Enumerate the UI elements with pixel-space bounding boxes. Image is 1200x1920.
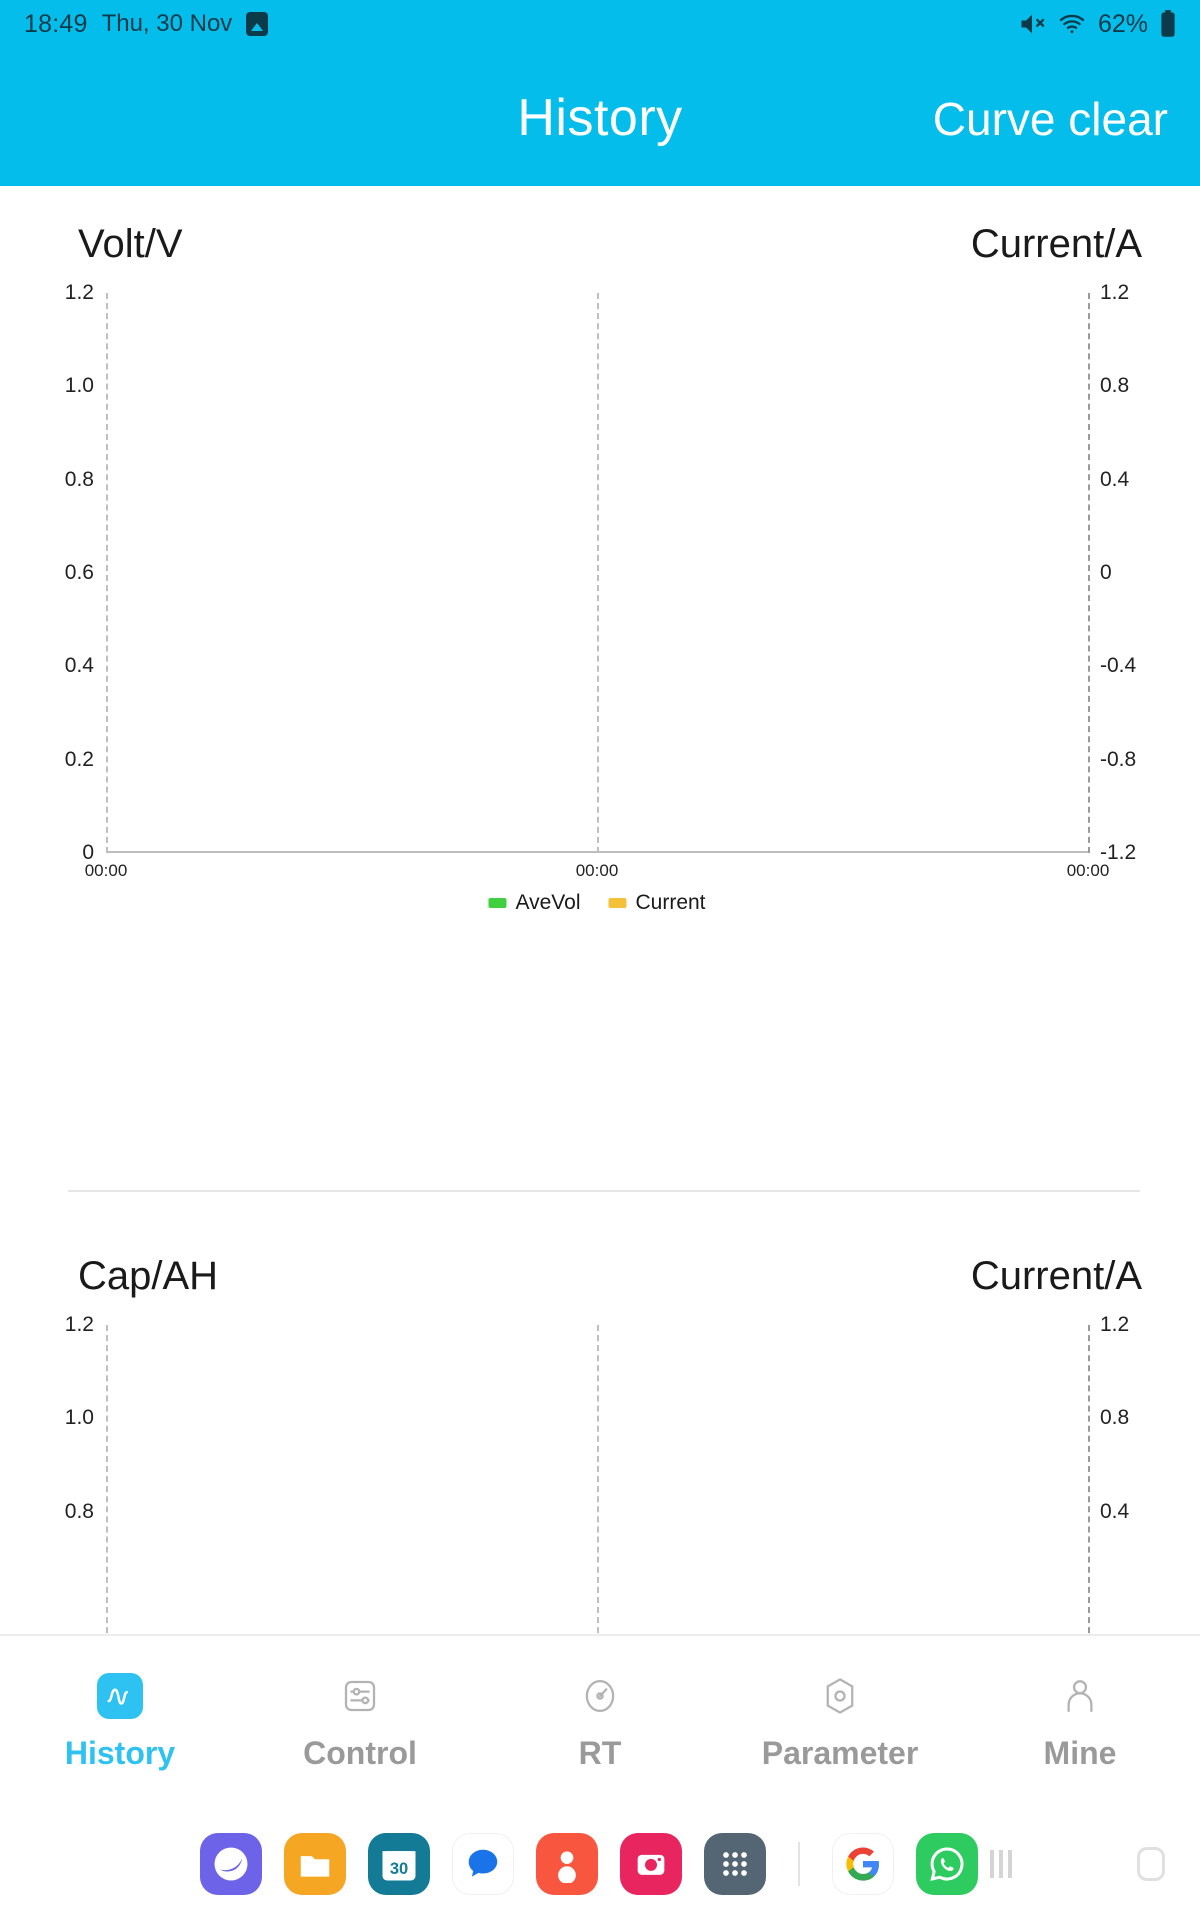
tab-label-control: Control xyxy=(303,1734,417,1771)
chart2-right-tick-0: 1.2 xyxy=(1100,1313,1130,1336)
wave-chart-icon xyxy=(97,1672,143,1719)
chart1-frame xyxy=(106,293,1090,853)
chart1-left-tick-5: 0.2 xyxy=(64,747,94,771)
recents-key[interactable] xyxy=(978,1841,1024,1887)
status-bar-right: 62% xyxy=(1018,10,1176,39)
tab-label-rt: RT xyxy=(578,1734,622,1771)
battery-icon xyxy=(1160,10,1176,38)
wifi-icon xyxy=(1058,10,1086,38)
gauge-icon xyxy=(577,1673,623,1719)
legend-item-avevol[interactable]: AveVol xyxy=(488,891,580,915)
legend-label-avevol: AveVol xyxy=(515,891,581,914)
status-time: 18:49 xyxy=(24,9,88,38)
dock-separator xyxy=(798,1842,800,1886)
chart1-right-tick-5: -0.8 xyxy=(1100,747,1137,771)
messages-icon[interactable] xyxy=(452,1833,514,1895)
chart2-left-tick-2: 0.8 xyxy=(64,1499,94,1523)
chart1-right-tick-4: -0.4 xyxy=(1100,654,1137,678)
chart-volt-current[interactable]: Volt/V Current/A 1.2 1.0 0.8 0.6 0.4 0.2… xyxy=(0,186,1200,926)
camera-icon[interactable] xyxy=(620,1833,682,1895)
whatsapp-icon[interactable] xyxy=(916,1833,978,1895)
chart1-right-tick-0: 1.2 xyxy=(1100,281,1130,304)
chart1-left-tick-2: 0.8 xyxy=(64,467,94,491)
tab-control[interactable]: Control xyxy=(240,1673,480,1772)
section-divider xyxy=(68,1190,1140,1192)
legend-item-current[interactable]: Current xyxy=(608,891,706,915)
chart1-left-axis-title: Volt/V xyxy=(78,222,183,266)
system-dock: 30 xyxy=(0,1808,1200,1920)
tab-label-parameter: Parameter xyxy=(761,1734,919,1771)
samsung-internet-icon[interactable] xyxy=(200,1833,262,1895)
legend-label-current: Current xyxy=(635,891,706,914)
apps-drawer-icon[interactable] xyxy=(704,1833,766,1895)
tab-history[interactable]: History xyxy=(0,1672,240,1772)
chart2-right-tick-2: 0.4 xyxy=(1100,1499,1130,1523)
tab-label-history: History xyxy=(64,1734,176,1771)
contacts-icon[interactable] xyxy=(536,1833,598,1895)
person-icon xyxy=(1057,1673,1103,1719)
chart1-plot-area[interactable]: 1.2 1.0 0.8 0.6 0.4 0.2 0 1.2 0.8 0.4 0 … xyxy=(65,281,1136,914)
chart1-right-tick-2: 0.4 xyxy=(1100,467,1130,491)
hexagon-icon xyxy=(817,1673,863,1719)
tab-parameter[interactable]: Parameter xyxy=(720,1673,960,1772)
chart2-left-tick-0: 1.2 xyxy=(64,1313,94,1336)
battery-percent: 62% xyxy=(1097,9,1148,38)
chart1-right-tick-1: 0.8 xyxy=(1100,374,1130,398)
chart1-x-tick-0: 00:00 xyxy=(84,861,128,880)
status-bar-left: 18:49 Thu, 30 Nov xyxy=(24,9,269,39)
chart2-left-tick-1: 1.0 xyxy=(64,1406,94,1430)
home-key[interactable] xyxy=(1128,1841,1174,1887)
google-icon[interactable] xyxy=(832,1833,894,1895)
sliders-icon xyxy=(337,1673,383,1719)
system-nav-keys xyxy=(978,1841,1200,1887)
calendar-icon[interactable]: 30 xyxy=(368,1833,430,1895)
chart1-legend: AveVol Current xyxy=(488,891,706,915)
status-date: Thu, 30 Nov xyxy=(101,10,233,37)
chart2-left-axis-title: Cap/AH xyxy=(78,1254,219,1298)
chart2-right-axis-title: Current/A xyxy=(970,1254,1142,1298)
curve-clear-button[interactable]: Curve clear xyxy=(933,92,1168,146)
chart1-x-tick-2: 00:00 xyxy=(1066,861,1110,880)
tab-mine[interactable]: Mine xyxy=(960,1673,1200,1772)
app-root: 18:49 Thu, 30 Nov 62% History Curve clea… xyxy=(0,0,1200,1920)
chart1-left-tick-3: 0.6 xyxy=(64,561,94,584)
chart1-left-tick-4: 0.4 xyxy=(64,654,94,678)
chart1-right-axis-title: Current/A xyxy=(970,222,1142,266)
my-files-icon[interactable] xyxy=(284,1833,346,1895)
app-bar: History Curve clear xyxy=(0,48,1200,186)
chart1-gridline-left xyxy=(106,293,108,853)
status-bar: 18:49 Thu, 30 Nov 62% xyxy=(0,0,1200,48)
chart1-left-tick-0: 1.2 xyxy=(64,281,94,304)
chart1-right-tick-3: 0 xyxy=(1100,561,1112,584)
bottom-tab-bar: History Control RT Parameter Mine xyxy=(0,1634,1200,1808)
dock-app-list: 30 xyxy=(200,1833,978,1895)
tab-rt[interactable]: RT xyxy=(480,1673,720,1772)
chart1-gridline-mid xyxy=(597,293,599,853)
tab-label-mine: Mine xyxy=(1043,1734,1117,1771)
mute-icon xyxy=(1018,10,1046,38)
legend-swatch-avevol xyxy=(488,898,507,908)
chart1-x-axis xyxy=(106,851,1088,853)
chart2-right-tick-1: 0.8 xyxy=(1100,1406,1130,1430)
chart1-x-tick-1: 00:00 xyxy=(575,861,619,880)
legend-swatch-current xyxy=(608,898,627,908)
svg-text:30: 30 xyxy=(390,1860,408,1878)
image-icon xyxy=(246,12,269,36)
chart1-left-tick-1: 1.0 xyxy=(64,374,94,398)
